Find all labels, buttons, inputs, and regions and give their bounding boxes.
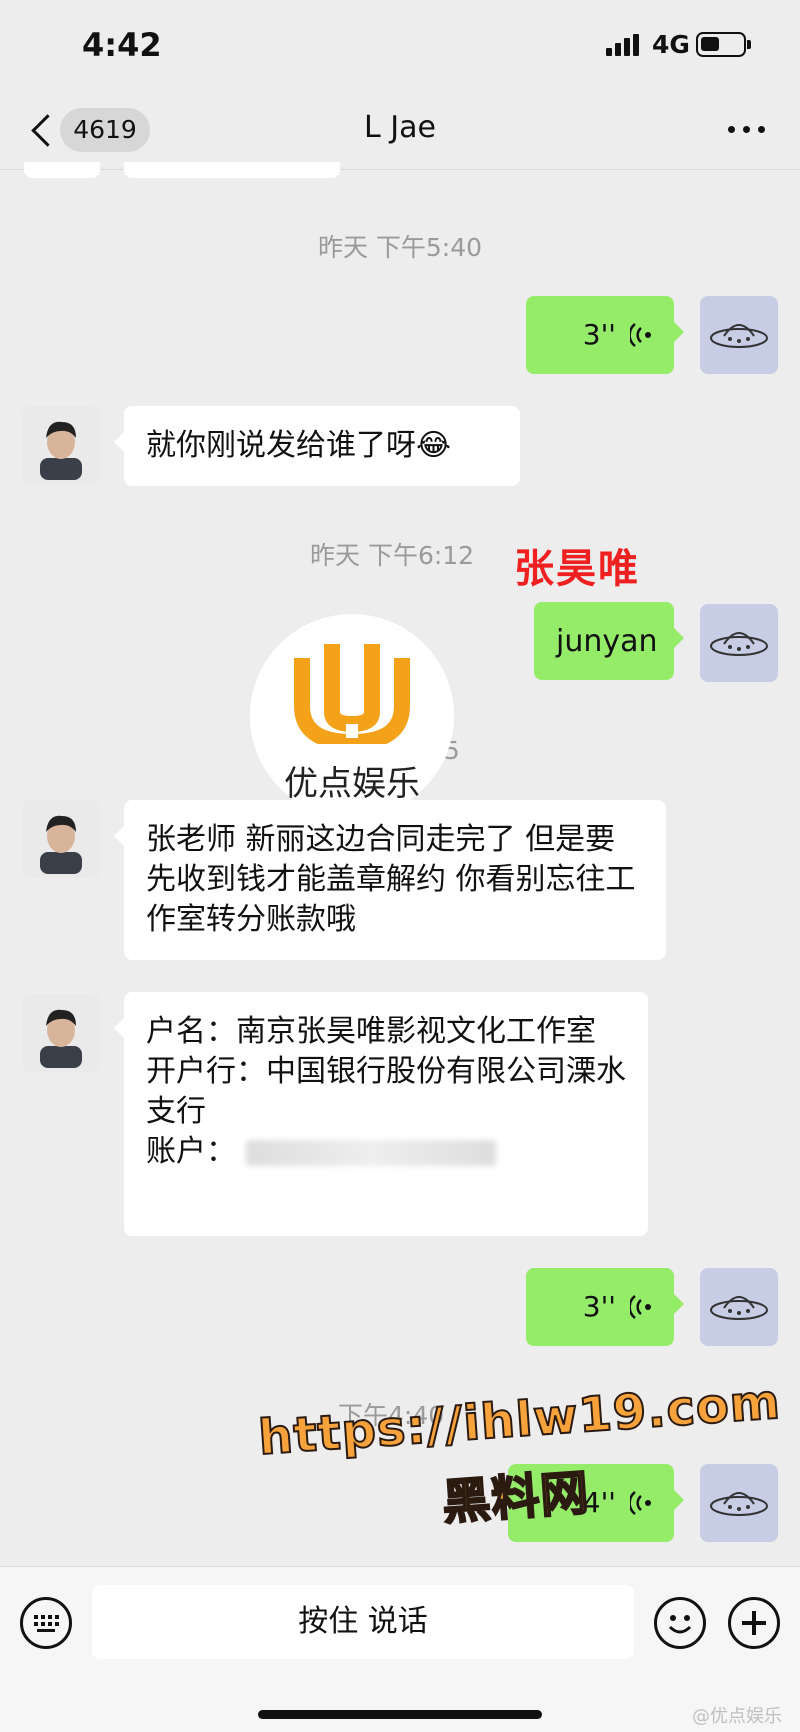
hold-to-talk-button[interactable]: 按住 说话 [92,1585,634,1659]
ufo-icon [710,632,768,656]
watermark-name: 黑料网 [440,1464,593,1532]
more-options-icon[interactable] [728,126,768,134]
voice-message[interactable]: 3'' [526,1268,684,1346]
media-logo: 优点娱乐 [250,614,454,818]
partial-message [124,162,340,178]
contact-avatar[interactable] [22,800,100,878]
network-type: 4G [652,30,690,59]
logo-u-icon [294,644,410,744]
input-bar: 按住 说话 [0,1566,800,1732]
text-message[interactable]: 就你刚说发给谁了呀😂 [114,406,520,486]
contact-avatar[interactable] [22,994,100,1072]
voice-duration: 3'' [582,1290,616,1323]
voice-wave-icon [630,323,651,347]
blurred-account-number [245,1139,496,1166]
partial-message [24,162,100,178]
voice-message[interactable]: 3'' [526,296,684,374]
contact-avatar[interactable] [22,406,100,484]
text-message[interactable]: 张老师 新丽这边合同走完了 但是要先收到钱才能盖章解约 你看别忘往工作室转分账款… [114,800,666,960]
name-label: 张昊唯 [514,546,640,592]
battery-icon [696,32,751,57]
my-avatar[interactable] [700,1268,778,1346]
voice-wave-icon [630,1491,651,1515]
person-photo-icon [22,994,100,1072]
ufo-icon [710,324,768,348]
account-name-line: 户名：南京张昊唯影视文化工作室 [146,1014,596,1049]
my-avatar[interactable] [700,604,778,682]
logo-text: 优点娱乐 [284,764,420,804]
chat-title: L Jae [364,110,436,145]
timestamp: 昨天 下午6:12 [310,541,475,570]
signal-icon [606,34,642,56]
voice-wave-icon [630,1295,651,1319]
person-photo-icon [22,406,100,484]
keyboard-icon[interactable] [20,1597,72,1649]
status-time: 4:42 [82,26,162,64]
ufo-icon [710,1492,768,1516]
timestamp: 昨天 下午5:40 [317,233,483,262]
my-avatar[interactable] [700,296,778,374]
ufo-icon [710,1296,768,1320]
home-indicator [258,1710,542,1719]
account-number-line: 账户： [146,1132,626,1172]
my-avatar[interactable] [700,1464,778,1542]
corner-watermark: @优点娱乐 [692,1706,782,1727]
account-label: 账户： [146,1134,236,1169]
account-info-message[interactable]: 户名：南京张昊唯影视文化工作室 开户行：中国银行股份有限公司溧水支行 账户： [114,992,648,1236]
bank-line: 开户行：中国银行股份有限公司溧水支行 [146,1054,626,1129]
emoji-icon[interactable] [654,1597,706,1649]
status-bar: 4:42 4G [0,0,800,90]
person-photo-icon [22,800,100,878]
add-icon[interactable] [728,1597,780,1649]
chat-header: 4619 L Jae [0,90,800,170]
voice-duration: 3'' [582,318,616,351]
watermark-url: https://ihlw19.com [256,1373,784,1467]
text-message[interactable]: junyan [534,602,684,680]
